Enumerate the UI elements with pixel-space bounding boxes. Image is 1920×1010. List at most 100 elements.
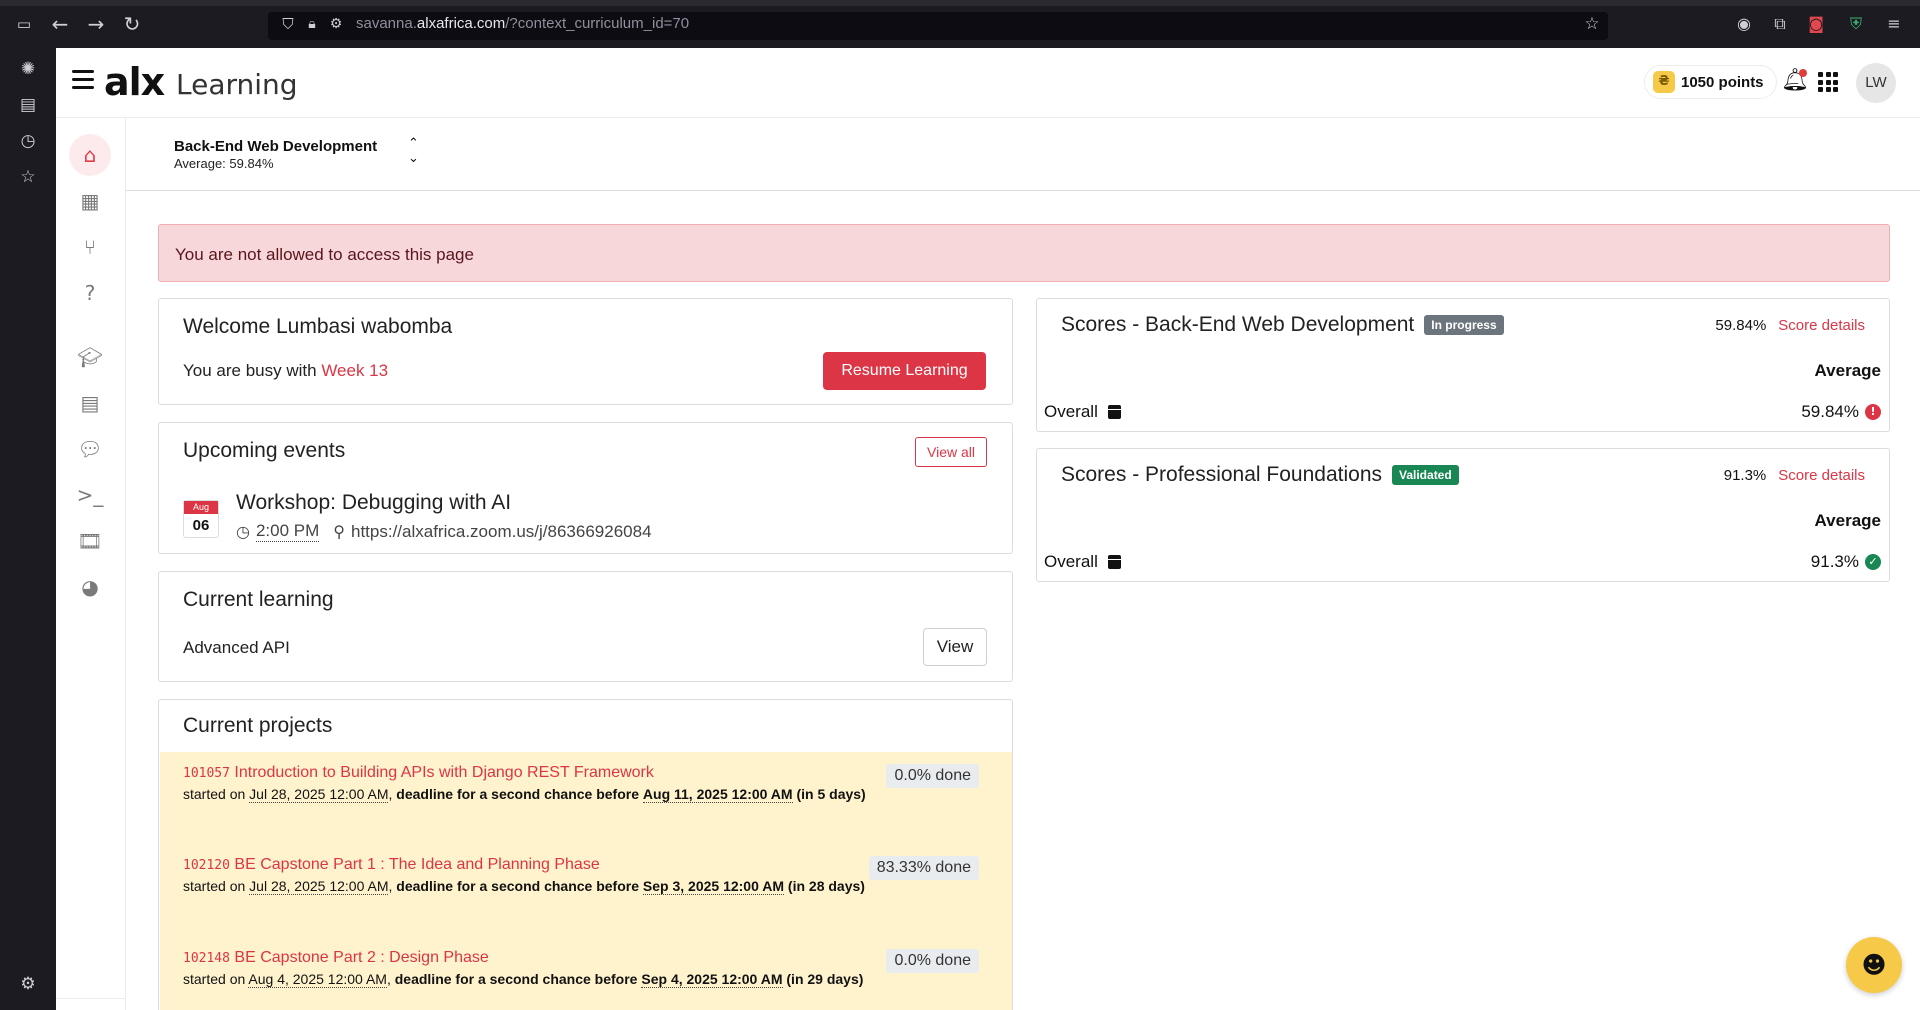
average-label: Average — [1814, 361, 1881, 380]
event-name[interactable]: Workshop: Debugging with AI — [236, 491, 511, 515]
score-percent: 91.3% — [1723, 467, 1767, 484]
project-meta: started on Jul 28, 2025 12:00 AM, deadli… — [183, 786, 866, 803]
overall-value-row: 91.3% ✓ — [1811, 552, 1881, 572]
app-header: alx Learning ₴ 1050 points 🔔︎ LW — [56, 48, 1920, 118]
status-badge: In progress — [1424, 315, 1504, 335]
event-details: ◷ 2:00 PM ⚲ https://alxafrica.zoom.us/j/… — [236, 521, 652, 542]
status-badge: Validated — [1392, 465, 1459, 485]
project-link[interactable]: 102148 BE Capstone Part 2 : Design Phase — [183, 949, 1003, 967]
divider — [126, 190, 1920, 191]
event-location[interactable]: https://alxafrica.zoom.us/j/86366926084 — [351, 522, 652, 542]
deadline-label: deadline for a second chance before — [394, 971, 638, 987]
points-badge[interactable]: ₴ 1050 points — [1644, 65, 1777, 99]
curriculum-selector[interactable]: Back-End Web Development Average: 59.84% — [174, 138, 377, 171]
view-all-events-button[interactable]: View all — [915, 437, 987, 467]
project-deadline: Aug 11, 2025 12:00 AM — [642, 786, 793, 803]
started-label: started on — [183, 786, 246, 802]
overall-value: 59.84% — [1801, 402, 1859, 421]
score-details-link[interactable]: Score details — [1778, 317, 1865, 334]
help-question-icon[interactable]: ? — [69, 272, 111, 314]
projects-title: Current projects — [183, 714, 333, 737]
home-icon[interactable]: ⌂ — [69, 134, 111, 176]
view-learning-button[interactable]: View — [923, 628, 987, 666]
curriculum-tree-icon[interactable]: ⑂ — [69, 226, 111, 268]
chat-bubbles-icon[interactable]: 💬︎ — [69, 428, 111, 470]
deadline-label: deadline for a second chance before — [396, 878, 640, 894]
points-icon: ₴ — [1653, 71, 1675, 93]
current-learning-title: Current learning — [183, 588, 334, 611]
project-item: 101057 Introduction to Building APIs wit… — [183, 764, 1003, 807]
chat-support-icon[interactable]: ☻ — [1846, 937, 1902, 993]
overall-label: Overall — [1044, 552, 1098, 571]
current-projects-card: Current projects 101057 Introduction to … — [158, 699, 1013, 1010]
calendar-icon[interactable] — [1107, 555, 1121, 569]
project-id: 102148 — [183, 951, 230, 966]
history-icon[interactable]: ◷ — [14, 129, 42, 157]
screenshot-extension-icon[interactable]: ◙ — [1802, 12, 1830, 40]
project-remaining: (in 5 days) — [796, 786, 866, 802]
graduation-cap-icon[interactable]: 🎓︎ — [69, 336, 111, 378]
bookmarks-icon[interactable]: ☆ — [14, 165, 42, 193]
event-time: 2:00 PM — [255, 521, 320, 542]
terminal-icon[interactable]: >_ — [69, 474, 111, 516]
film-icon[interactable]: 🎞︎ — [69, 520, 111, 562]
events-title: Upcoming events — [183, 439, 346, 462]
product-name: Learning — [176, 68, 298, 101]
progress-badge: 83.33% done — [868, 856, 979, 880]
current-learning-item: Advanced API — [183, 638, 290, 657]
deadline-label: deadline for a second chance before — [396, 786, 640, 802]
chevron-up-down-icon[interactable]: ⌃ ⌄ — [408, 136, 419, 166]
calendar-icon[interactable]: ▦ — [69, 180, 111, 222]
location-pin-icon: ⚲ — [333, 522, 345, 541]
overall-label: Overall — [1044, 402, 1098, 421]
project-link[interactable]: 101057 Introduction to Building APIs wit… — [183, 764, 1003, 782]
forward-arrow-icon[interactable]: → — [82, 12, 110, 40]
projects-list: 101057 Introduction to Building APIs wit… — [160, 752, 1012, 1010]
project-name: BE Capstone Part 2 : Design Phase — [234, 949, 489, 966]
project-item: 102148 BE Capstone Part 2 : Design Phase… — [183, 949, 1003, 992]
hamburger-menu-icon[interactable] — [72, 70, 94, 90]
left-nav: ⌂ ▦ ⑂ ? 🎓︎ ▤ 💬︎ >_ 🎞︎ ◕ — [56, 118, 126, 1010]
clock-icon: ◷ — [236, 522, 250, 541]
score-percent: 59.84% — [1715, 317, 1767, 334]
busy-week-link[interactable]: Week 13 — [321, 361, 388, 380]
overall-value: 91.3% — [1810, 552, 1859, 571]
score-summary: 59.84% Score details — [1715, 317, 1865, 334]
project-start-date: Jul 28, 2025 12:00 AM — [249, 786, 389, 803]
welcome-title: Welcome Lumbasi wabomba — [183, 315, 453, 338]
current-learning-card: Current learning Advanced API View — [158, 571, 1013, 682]
score-title-text: Scores - Professional Foundations — [1061, 463, 1382, 486]
sidebar-settings-icon[interactable]: ⚙ — [14, 972, 42, 1000]
apps-grid-icon[interactable] — [1818, 72, 1838, 92]
permissions-icon[interactable]: ⚙ — [322, 12, 350, 40]
ai-chat-icon[interactable]: ✺ — [14, 57, 42, 85]
score-title: Scores - Professional Foundations Valida… — [1061, 463, 1459, 487]
discord-icon[interactable]: ◕ — [69, 566, 111, 608]
extensions-icon[interactable]: ⧉ — [1766, 12, 1794, 40]
project-deadline: Sep 3, 2025 12:00 AM — [642, 878, 785, 895]
score-details-link[interactable]: Score details — [1778, 467, 1865, 484]
document-icon[interactable]: ▤ — [69, 382, 111, 424]
project-name: BE Capstone Part 1 : The Idea and Planni… — [234, 856, 600, 873]
project-meta: started on Aug 4, 2025 12:00 AM, deadlin… — [183, 971, 864, 988]
sidebar-toggle-icon[interactable]: ▭ — [10, 12, 38, 40]
menu-icon[interactable]: ≡ — [1880, 12, 1908, 40]
calendar-icon[interactable] — [1107, 405, 1121, 419]
project-start-date: Jul 28, 2025 12:00 AM — [249, 878, 389, 895]
synced-tabs-icon[interactable]: ▤ — [14, 93, 42, 121]
project-deadline: Sep 4, 2025 12:00 AM — [641, 971, 783, 988]
account-icon[interactable]: ◉ — [1730, 12, 1758, 40]
project-id: 101057 — [183, 766, 230, 781]
url-text[interactable]: savanna.alxafrica.com/?context_curriculu… — [356, 15, 689, 32]
event-month: Aug — [184, 501, 218, 514]
user-avatar[interactable]: LW — [1856, 63, 1896, 103]
event-date-badge: Aug 06 — [183, 500, 219, 538]
back-arrow-icon[interactable]: ← — [46, 12, 74, 40]
page: alx Learning ₴ 1050 points 🔔︎ LW ⌂ ▦ ⑂ ?… — [56, 48, 1920, 1010]
shield-extension-icon[interactable]: ⛨ — [1842, 12, 1870, 40]
resume-learning-button[interactable]: Resume Learning — [823, 352, 986, 390]
bookmark-star-icon[interactable]: ☆ — [1578, 12, 1606, 40]
reload-icon[interactable]: ↻ — [118, 12, 146, 40]
alx-logo[interactable]: alx — [104, 60, 165, 104]
started-label: started on — [183, 878, 246, 894]
